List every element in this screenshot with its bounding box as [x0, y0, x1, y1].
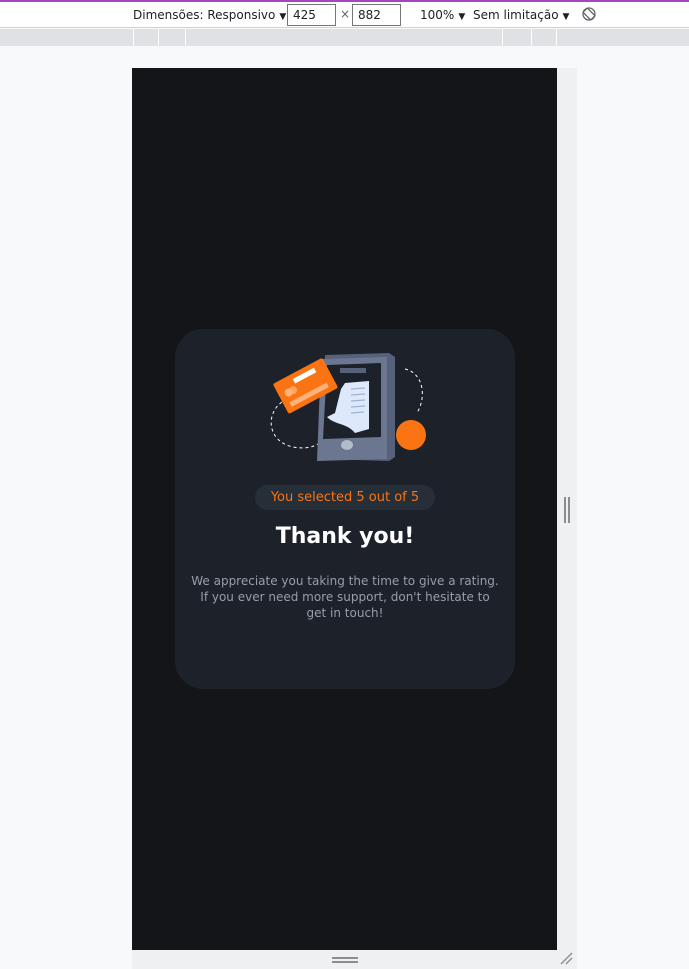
zoom-label: 100%: [420, 8, 455, 22]
throttle-label: Sem limitação: [473, 8, 559, 22]
thank-you-card: You selected 5 out of 5 Thank you! We ap…: [175, 329, 515, 689]
dimensions-dropdown[interactable]: Dimensões: Responsivo ▼: [133, 6, 286, 26]
caret-down-icon: ▼: [279, 12, 287, 22]
ruler-tick: [531, 29, 532, 46]
times-symbol: ×: [340, 7, 351, 21]
ruler-tick: [133, 29, 134, 46]
resize-corner-icon[interactable]: [559, 951, 573, 965]
height-input[interactable]: 882: [352, 4, 401, 26]
resize-handle-bottom[interactable]: [332, 957, 358, 963]
caret-down-icon: ▼: [562, 12, 570, 22]
zoom-dropdown[interactable]: 100% ▼: [420, 6, 465, 26]
ruler-tick: [502, 29, 503, 46]
payment-illustration: [270, 353, 426, 461]
ruler-tick: [185, 29, 186, 46]
width-input[interactable]: 425: [287, 4, 336, 26]
media-query-ruler[interactable]: [0, 29, 689, 46]
thank-you-title: Thank you!: [275, 524, 415, 549]
caret-down-icon: ▼: [458, 12, 466, 22]
selected-rating-badge: You selected 5 out of 5: [255, 485, 435, 510]
resize-handle-right[interactable]: [564, 497, 570, 523]
device-toolbar: Dimensões: Responsivo ▼ 425 × 882 100% ▼ S…: [0, 2, 689, 28]
ruler-tick: [556, 29, 557, 46]
thank-you-description: We appreciate you taking the time to giv…: [191, 574, 499, 620]
ruler-tick: [158, 29, 159, 46]
rotate-icon[interactable]: [581, 6, 597, 22]
dimensions-label: Dimensões: Responsivo: [133, 8, 276, 22]
throttle-dropdown[interactable]: Sem limitação ▼: [473, 6, 569, 26]
